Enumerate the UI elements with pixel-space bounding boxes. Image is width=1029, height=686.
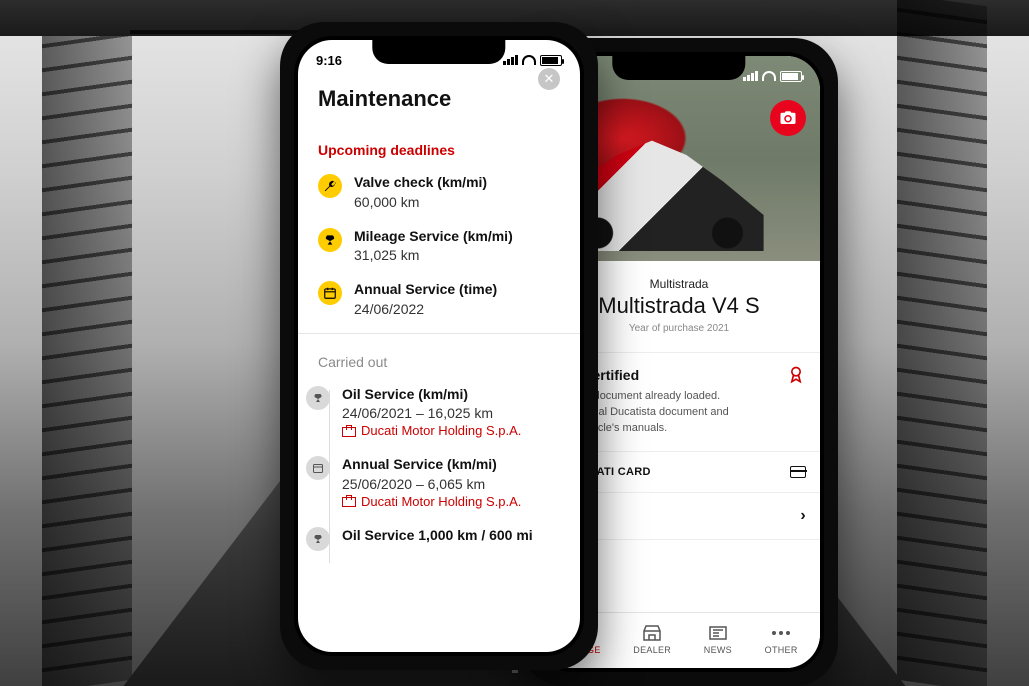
status-bar: 9:16 <box>298 40 580 80</box>
item-dealer: Ducati Motor Holding S.p.A. <box>342 494 521 509</box>
item-title: Oil Service 1,000 km / 600 mi <box>342 527 533 545</box>
upcoming-item[interactable]: Mileage Service (km/mi) 31,025 km <box>298 222 580 276</box>
item-title: Mileage Service (km/mi) <box>354 228 513 246</box>
battery-icon <box>540 55 562 66</box>
tab-news[interactable]: NEWS <box>704 624 732 655</box>
wifi-icon <box>522 55 536 65</box>
oil-icon <box>318 228 342 252</box>
chevron-right-icon: › <box>800 507 806 525</box>
camera-icon <box>779 109 797 127</box>
tab-label: DEALER <box>633 645 671 655</box>
tab-label: NEWS <box>704 645 732 655</box>
building-icon <box>342 425 356 437</box>
card-icon <box>790 466 806 478</box>
item-dealer: Ducati Motor Holding S.p.A. <box>342 423 521 438</box>
upcoming-heading: Upcoming deadlines <box>298 124 580 168</box>
battery-icon <box>780 71 802 82</box>
item-title: Oil Service (km/mi) <box>342 386 521 404</box>
item-subtitle: 31,025 km <box>354 247 513 263</box>
tab-dealer[interactable]: DEALER <box>633 624 671 655</box>
tab-other[interactable]: OTHER <box>765 624 798 655</box>
tab-label: OTHER <box>765 645 798 655</box>
signal-icon <box>743 71 758 81</box>
building-icon <box>342 495 356 507</box>
dealer-icon <box>643 624 661 642</box>
divider <box>298 333 580 334</box>
signal-icon <box>503 55 518 65</box>
wrench-icon <box>318 174 342 198</box>
item-title: Valve check (km/mi) <box>354 174 487 192</box>
news-icon <box>709 624 727 642</box>
item-subtitle: 24/06/2021 – 16,025 km <box>342 405 521 421</box>
wifi-icon <box>762 71 776 81</box>
history-item[interactable]: Oil Service (km/mi) 24/06/2021 – 16,025 … <box>330 380 580 451</box>
item-title: Annual Service (km/mi) <box>342 456 521 474</box>
page-title: Maintenance <box>318 86 451 112</box>
calendar-icon <box>306 456 330 480</box>
carried-out-heading: Carried out <box>298 336 580 380</box>
item-subtitle: 60,000 km <box>354 194 487 210</box>
camera-button[interactable] <box>770 100 806 136</box>
item-title: Annual Service (time) <box>354 281 497 299</box>
history-item[interactable]: Oil Service 1,000 km / 600 mi <box>330 521 580 563</box>
item-subtitle: 25/06/2020 – 6,065 km <box>342 476 521 492</box>
history-timeline: Oil Service (km/mi) 24/06/2021 – 16,025 … <box>298 380 580 563</box>
more-icon <box>772 624 790 642</box>
history-item[interactable]: Annual Service (km/mi) 25/06/2020 – 6,06… <box>330 450 580 521</box>
oil-icon <box>306 527 330 551</box>
calendar-icon <box>318 281 342 305</box>
item-subtitle: 24/06/2022 <box>354 301 497 317</box>
phone-maintenance: 9:16 Maintenance ✕ Upcoming deadlines <box>280 22 598 670</box>
ribbon-icon <box>786 365 806 385</box>
oil-icon <box>306 386 330 410</box>
upcoming-item[interactable]: Valve check (km/mi) 60,000 km <box>298 168 580 222</box>
status-time: 9:16 <box>316 53 342 68</box>
upcoming-item[interactable]: Annual Service (time) 24/06/2022 <box>298 275 580 329</box>
